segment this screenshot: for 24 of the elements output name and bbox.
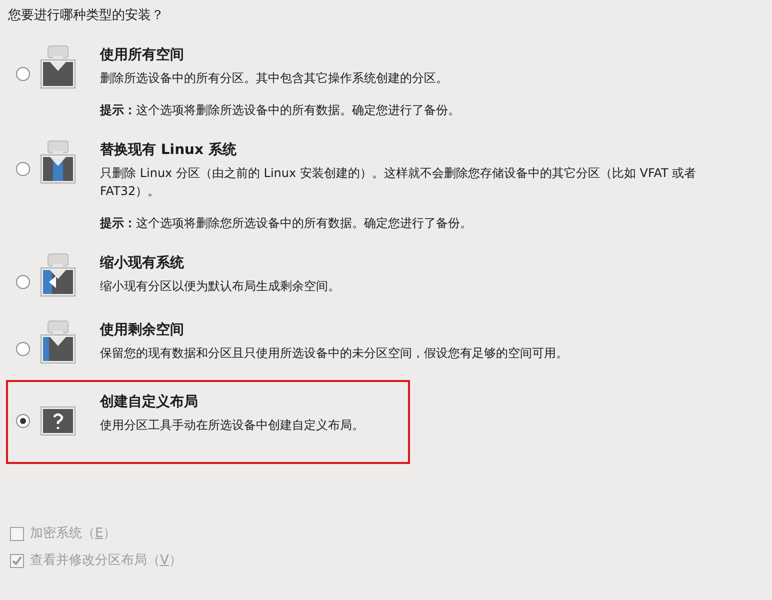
radio-button[interactable]: [16, 67, 30, 81]
checkbox-label: 加密系统（E）: [30, 524, 116, 543]
warning-text: 提示：这个选项将删除您所选设备中的所有数据。确定您进行了备份。: [100, 215, 473, 232]
option-description: 缩小现有分区以便为默认布局生成剩余空间。: [100, 278, 341, 295]
warning-text: 提示：这个选项将删除所选设备中的所有数据。确定您进行了备份。: [100, 102, 461, 119]
question-text: 您要进行哪种类型的安装？: [7, 7, 165, 25]
option-description: 保留您的现有数据和分区且只使用所选设备中的未分区空间，假设您有足够的空间可用。: [100, 345, 569, 362]
option-description: 只删除 Linux 分区（由之前的 Linux 安装创建的）。这样就不会删除您存储设备中的其它分区（比如 VFAT 或者 FAT32）。: [100, 165, 698, 200]
checkbox-label: 查看并修改分区布局（V）: [30, 552, 182, 570]
radio-button[interactable]: [16, 414, 30, 428]
disk-icon: [38, 45, 78, 91]
radio-button[interactable]: [16, 342, 30, 356]
disk-icon: [38, 320, 78, 366]
option-title: 创建自定义布局: [100, 392, 199, 412]
disk-icon: [38, 253, 78, 299]
option-title: 替换现有 Linux 系统: [100, 141, 238, 160]
disk-icon: [38, 140, 78, 186]
radio-button[interactable]: [16, 275, 30, 289]
option-title: 缩小现有系统: [100, 254, 185, 273]
option-description: 删除所选设备中的所有分区。其中包含其它操作系统创建的分区。: [100, 70, 449, 87]
option-title: 使用剩余空间: [100, 320, 185, 340]
option-title: 使用所有空间: [100, 46, 185, 65]
radio-button[interactable]: [16, 162, 30, 176]
option-description: 使用分区工具手动在所选设备中创建自定义布局。: [100, 417, 365, 434]
